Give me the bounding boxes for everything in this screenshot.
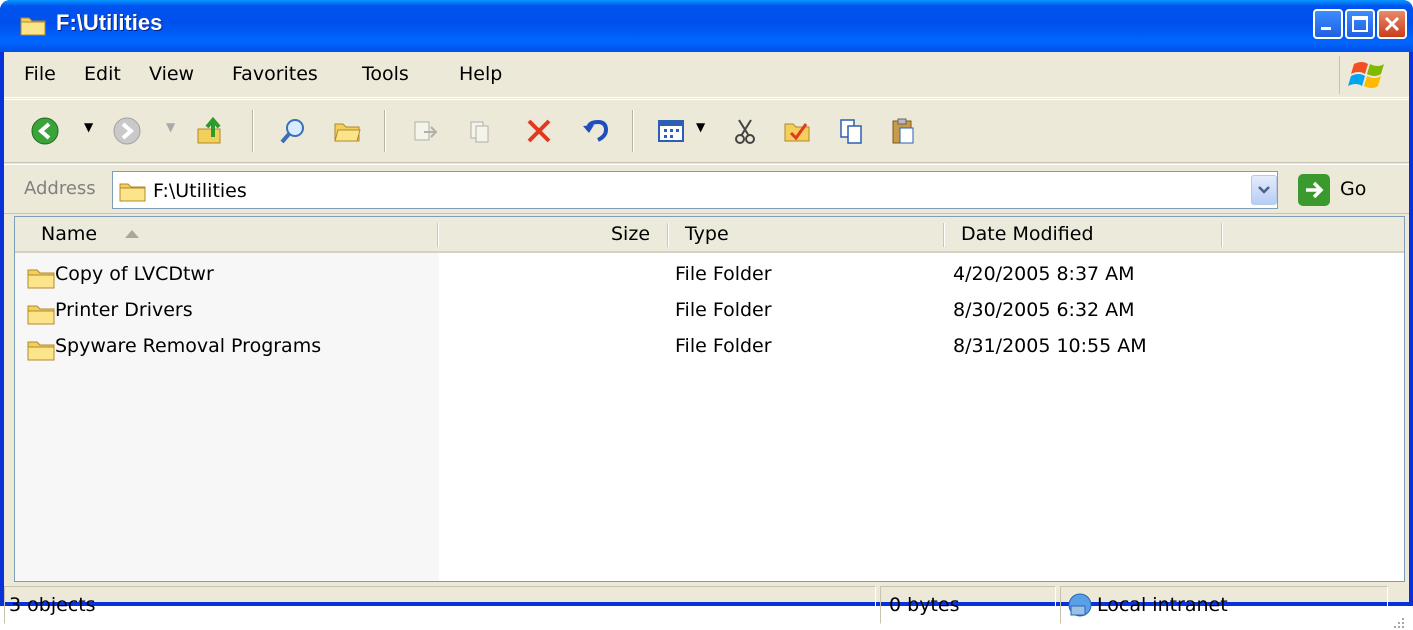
column-header: Name Size Type Date Modified [15,217,1404,253]
menu-help[interactable]: Help [459,63,502,85]
status-zone: Local intranet [1060,586,1388,624]
up-folder-icon [197,116,221,144]
column-divider[interactable] [1221,223,1223,247]
file-date: 8/31/2005 10:55 AM [953,335,1147,357]
maximize-icon [1352,16,1368,32]
maximize-button[interactable] [1345,9,1375,39]
up-button[interactable] [194,114,228,148]
toolbar-separator [252,110,254,152]
views-button[interactable] [654,114,688,148]
address-label: Address [24,178,96,199]
move-to-icon [414,121,438,141]
list-item[interactable]: Printer Drivers File Folder 8/30/2005 6:… [15,295,1404,331]
file-name: Printer Drivers [55,299,193,321]
undo-button[interactable] [578,114,612,148]
delete-icon [527,119,551,143]
file-date: 4/20/2005 8:37 AM [953,263,1135,285]
column-date-modified[interactable]: Date Modified [961,217,1094,253]
copy-icon [840,119,862,144]
resize-grip-icon[interactable] [1390,614,1406,630]
menu-bar: File Edit View Favorites Tools Help [4,52,1409,98]
menu-tools[interactable]: Tools [362,63,409,85]
window-body: File Edit View Favorites Tools Help ▼ ▼ … [4,52,1409,628]
forward-dropdown-icon[interactable]: ▼ [166,120,175,134]
copy-to-icon [470,121,489,143]
column-divider[interactable] [667,223,669,247]
undo-icon [583,119,609,142]
windows-flag-icon [1348,62,1384,88]
file-type: File Folder [675,335,772,357]
column-type[interactable]: Type [685,217,729,253]
properties-icon [784,123,810,142]
file-date: 8/30/2005 6:32 AM [953,299,1135,321]
address-value: F:\Utilities [153,180,247,202]
go-label: Go [1340,178,1367,200]
go-arrow-icon [1298,174,1330,206]
paste-icon [892,118,914,144]
menu-favorites[interactable]: Favorites [232,63,318,85]
column-name[interactable]: Name [41,217,97,253]
title-bar[interactable]: F:\Utilities [0,0,1413,52]
cut-icon [735,119,755,144]
back-dropdown-icon[interactable]: ▼ [84,120,93,134]
address-input[interactable]: F:\Utilities [112,171,1278,209]
file-name: Spyware Removal Programs [55,335,322,357]
menu-view[interactable]: View [149,63,194,85]
back-button[interactable] [28,114,62,148]
file-name: Copy of LVCDtwr [55,263,214,285]
minimize-button[interactable] [1313,9,1343,39]
back-icon [31,117,59,145]
window-title: F:\Utilities [56,10,163,35]
folder-icon [119,183,146,202]
address-bar: Address F:\Utilities Go [4,164,1409,214]
menu-file[interactable]: File [24,63,56,85]
folder-icon [20,17,46,36]
forward-icon [113,117,141,145]
views-dropdown-icon[interactable]: ▼ [696,120,705,134]
minimize-icon [1321,27,1331,30]
copy-button[interactable] [834,114,868,148]
toolbar-separator [632,110,634,152]
forward-button[interactable] [110,114,144,148]
folders-icon [334,123,361,142]
list-item[interactable]: Spyware Removal Programs File Folder 8/3… [15,331,1404,367]
paste-button[interactable] [886,114,920,148]
delete-button[interactable] [522,114,556,148]
folders-button[interactable] [330,114,364,148]
close-icon [1384,16,1400,32]
status-size: 0 bytes [880,586,1056,624]
windows-logo [1339,56,1395,94]
menu-edit[interactable]: Edit [84,63,121,85]
copy-to-button[interactable] [464,114,498,148]
toolbar-separator [384,110,386,152]
status-zone-text: Local intranet [1097,594,1228,616]
file-list: Name Size Type Date Modified Copy of LVC… [14,216,1405,582]
move-to-button[interactable] [408,114,442,148]
column-divider[interactable] [943,223,945,247]
toolbar: ▼ ▼ ▼ [4,99,1409,163]
status-objects-text: 3 objects [9,594,96,616]
folder-icon [27,305,55,325]
file-type: File Folder [675,263,772,285]
search-button[interactable] [276,114,310,148]
chevron-down-icon [1258,186,1270,194]
status-objects: 3 objects [4,586,876,624]
explorer-window: F:\Utilities File Edit View Favorites To… [0,0,1413,628]
properties-button[interactable] [780,114,814,148]
status-size-text: 0 bytes [889,594,960,616]
close-button[interactable] [1377,9,1407,39]
folder-icon [27,341,55,361]
column-divider[interactable] [437,223,439,247]
address-dropdown-button[interactable] [1251,175,1277,205]
folder-icon [27,269,55,289]
search-icon [280,119,304,144]
views-icon [658,120,684,142]
local-intranet-icon [1068,593,1092,617]
sort-ascending-icon [125,230,139,238]
file-type: File Folder [675,299,772,321]
column-size[interactable]: Size [611,217,650,253]
cut-button[interactable] [728,114,762,148]
list-item[interactable]: Copy of LVCDtwr File Folder 4/20/2005 8:… [15,259,1404,295]
go-button[interactable]: Go [1294,172,1394,208]
